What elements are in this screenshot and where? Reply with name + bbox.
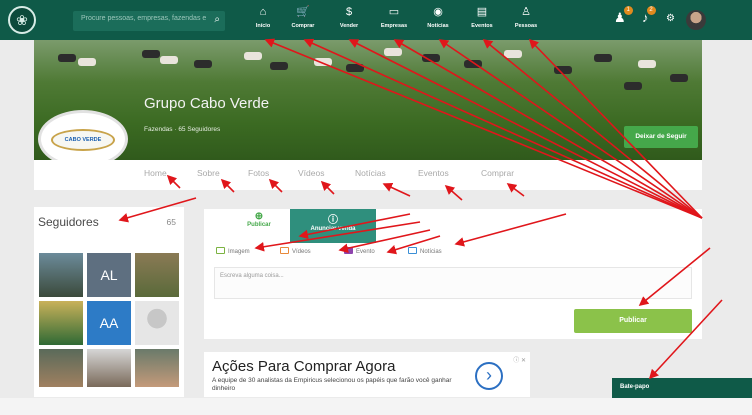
- tab-noticias[interactable]: Notícias: [355, 168, 386, 178]
- friend-requests-icon[interactable]: ♟ 1: [614, 6, 633, 26]
- profile-logo-text: CABO VERDE: [51, 129, 115, 151]
- publish-button[interactable]: Publicar: [574, 309, 692, 333]
- follower-avatar[interactable]: [39, 253, 83, 297]
- profile-name: Grupo Cabo Verde: [144, 95, 270, 112]
- post-placeholder: Escreva alguma coisa...: [220, 273, 284, 279]
- page-footer-band: [0, 398, 752, 415]
- notification-badge: 2: [646, 6, 656, 15]
- attach-event-button[interactable]: Evento: [344, 247, 375, 255]
- attach-label: Imagem: [228, 249, 250, 255]
- tab-eventos[interactable]: Eventos: [418, 168, 449, 178]
- attach-label: Evento: [356, 249, 375, 255]
- nav-item-inicio[interactable]: ⌂ Início: [243, 5, 283, 29]
- info-circle-icon: ⓘ: [328, 215, 338, 226]
- tab-fotos[interactable]: Fotos: [248, 168, 269, 178]
- profile-subtitle: Fazendas · 65 Seguidores: [144, 126, 221, 133]
- home-icon: ⌂: [259, 6, 267, 18]
- ad-body: A equipe de 30 analistas da Empiricus se…: [212, 377, 452, 392]
- nav-item-vender[interactable]: $ Vender: [329, 5, 369, 29]
- follower-avatar[interactable]: [135, 253, 179, 297]
- app-logo-icon[interactable]: ❀: [8, 6, 36, 34]
- news-icon: [408, 247, 417, 254]
- notification-badge: 1: [623, 6, 633, 15]
- attach-news-button[interactable]: Notícias: [408, 247, 442, 255]
- nav-label: Início: [255, 23, 271, 29]
- follower-avatar[interactable]: AA: [87, 301, 131, 345]
- nav-item-pessoas[interactable]: ♙ Pessoas: [506, 5, 546, 29]
- follower-avatar[interactable]: [39, 349, 83, 387]
- calendar-icon: ▤: [476, 6, 488, 18]
- settings-gear-icon[interactable]: ⚙: [666, 13, 675, 24]
- tab-videos[interactable]: Vídeos: [298, 168, 324, 178]
- followers-panel: Seguidores 65 AL AA: [34, 207, 184, 397]
- nav-label: Empresas: [380, 23, 408, 29]
- search-input[interactable]: Procure pessoas, empresas, fazendas e ⌕: [73, 11, 225, 31]
- ad-close-icon[interactable]: ⓘ ✕: [513, 355, 526, 364]
- attach-video-button[interactable]: Vídeos: [280, 247, 311, 255]
- nav-item-comprar[interactable]: 🛒 Comprar: [283, 5, 323, 29]
- attach-label: Notícias: [420, 249, 442, 255]
- user-avatar[interactable]: [686, 10, 706, 30]
- notifications-icon[interactable]: ♪ 2: [642, 6, 656, 25]
- person-icon: ♙: [521, 6, 531, 18]
- nav-item-noticias[interactable]: ◉ Notícias: [418, 5, 458, 29]
- news-icon: ◉: [433, 6, 443, 18]
- tab-home[interactable]: Home: [144, 168, 167, 178]
- tab-comprar[interactable]: Comprar: [481, 168, 514, 178]
- nav-label: Vender: [339, 23, 359, 29]
- ad-title[interactable]: Ações Para Comprar Agora: [212, 358, 395, 375]
- nav-item-eventos[interactable]: ▤ Eventos: [462, 5, 502, 29]
- tab-publish-label: Publicar: [247, 222, 271, 228]
- attach-label: Vídeos: [292, 249, 311, 255]
- briefcase-icon: ▭: [388, 6, 400, 18]
- unfollow-button[interactable]: Deixar de Seguir: [624, 126, 698, 148]
- profile-tabs: Home Sobre Fotos Vídeos Notícias Eventos…: [34, 160, 702, 190]
- tab-sobre[interactable]: Sobre: [197, 168, 220, 178]
- follower-avatar[interactable]: AL: [87, 253, 131, 297]
- follower-avatar[interactable]: [39, 301, 83, 345]
- tab-announce-sale[interactable]: ⓘ Anunciar venda: [290, 209, 376, 243]
- follower-avatar[interactable]: [135, 349, 179, 387]
- top-navbar: ❀ Procure pessoas, empresas, fazendas e …: [0, 0, 752, 40]
- cart-icon: 🛒: [296, 6, 310, 18]
- plus-circle-icon: ⊕: [254, 211, 264, 222]
- nav-item-empresas[interactable]: ▭ Empresas: [374, 5, 414, 29]
- nav-label: Notícias: [427, 23, 449, 29]
- nav-label: Comprar: [291, 23, 315, 29]
- attach-image-button[interactable]: Imagem: [216, 247, 250, 255]
- ad-banner[interactable]: ⓘ ✕ Ações Para Comprar Agora A equipe de…: [204, 352, 530, 397]
- video-icon: [280, 247, 289, 254]
- followers-count: 65: [166, 217, 176, 227]
- dollar-icon: $: [345, 6, 353, 18]
- chevron-right-icon[interactable]: ›: [475, 362, 503, 390]
- followers-title: Seguidores: [38, 215, 99, 229]
- search-icon[interactable]: ⌕: [214, 14, 220, 25]
- follower-avatar[interactable]: [87, 349, 131, 387]
- event-icon: [344, 247, 353, 254]
- tab-sale-label: Anunciar venda: [310, 226, 356, 232]
- nav-label: Eventos: [471, 23, 493, 29]
- cover-photo: [34, 40, 702, 160]
- post-textarea[interactable]: Escreva alguma coisa...: [214, 267, 692, 299]
- tab-publish[interactable]: ⊕ Publicar: [224, 209, 294, 243]
- nav-label: Pessoas: [514, 23, 538, 29]
- image-icon: [216, 247, 225, 254]
- follower-initials: AA: [99, 315, 119, 331]
- search-placeholder: Procure pessoas, empresas, fazendas e: [81, 15, 207, 22]
- follower-initials: AL: [100, 267, 118, 283]
- chat-bar[interactable]: Bate-papo: [612, 378, 752, 398]
- follower-avatar[interactable]: [135, 301, 179, 345]
